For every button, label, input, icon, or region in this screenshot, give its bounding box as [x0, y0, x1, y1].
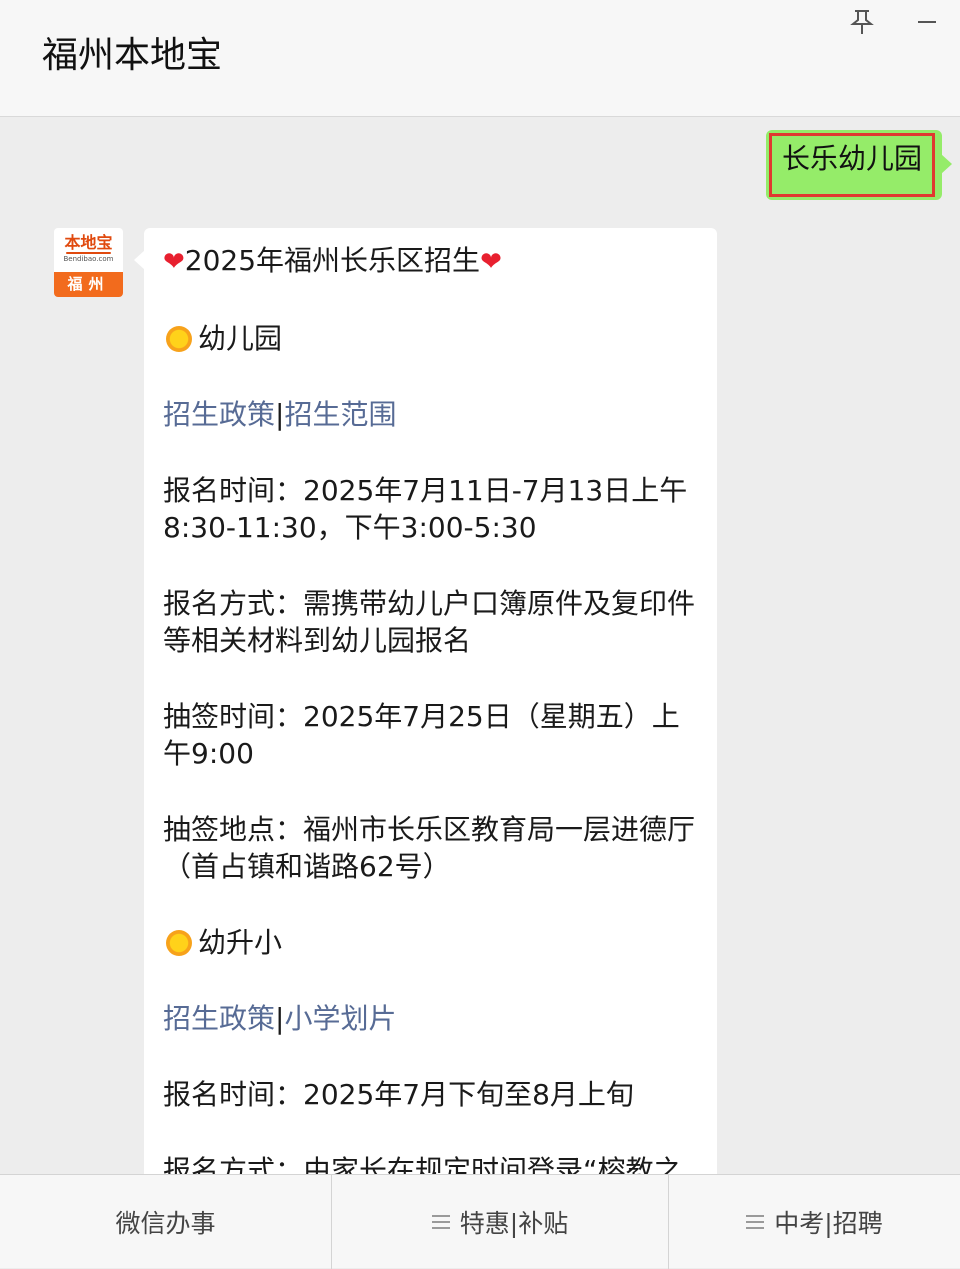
lottery-time: 抽签时间：2025年7月25日（星期五）上午9:00 — [163, 700, 680, 770]
avatar-underline — [66, 252, 111, 254]
menu-list-icon — [746, 1215, 765, 1229]
menu-item-wechat-services[interactable]: 微信办事 — [0, 1175, 331, 1269]
menu-list-icon — [431, 1215, 450, 1229]
title-text: 2025年福州长乐区招生 — [184, 244, 481, 277]
avatar-brand: 本地宝 — [64, 233, 113, 252]
sun-icon — [166, 930, 192, 956]
primary-links: 招生政策|小学划片 — [163, 1000, 703, 1037]
primary-registration-method: 报名方式：由家长在规定时间登录“榕教之 — [163, 1154, 682, 1174]
chat-title: 福州本地宝 — [42, 35, 223, 76]
kindergarten-links: 招生政策|招生范围 — [163, 396, 703, 433]
heading-text: 幼儿园 — [198, 322, 283, 355]
heart-icon: ❤ — [480, 247, 502, 277]
user-message-text: 长乐幼儿园 — [782, 142, 923, 175]
section-heading-primary: 幼升小 — [163, 924, 703, 961]
user-message-bubble[interactable]: 长乐幼儿园 — [766, 130, 952, 200]
avatar-domain: Bendibao.com — [63, 255, 114, 263]
chat-header: 福州本地宝 — [0, 0, 960, 117]
registration-method: 报名方式：需携带幼儿户口簿原件及复印件等相关材料到幼儿园报名 — [163, 587, 696, 657]
menu-item-deals-subsidies[interactable]: 特惠|补贴 — [331, 1175, 668, 1269]
menu-label: 特惠|补贴 — [459, 1209, 569, 1238]
heading-text: 幼升小 — [198, 926, 283, 959]
message-title: ❤2025年福州长乐区招生❤ — [163, 242, 703, 281]
avatar[interactable]: 本地宝 Bendibao.com 福州 — [54, 228, 123, 297]
message-body: ❤2025年福州长乐区招生❤ 幼儿园 招生政策|招生范围 报名时间：2025年7… — [163, 242, 703, 1174]
menu-label: 中考|招聘 — [774, 1209, 883, 1238]
enrollment-scope-link[interactable]: 招生范围 — [284, 398, 396, 431]
primary-registration-time: 报名时间：2025年7月下旬至8月上旬 — [163, 1078, 634, 1111]
chat-area[interactable]: 长乐幼儿园 本地宝 Bendibao.com 福州 ❤2025年福州长乐区招生❤… — [0, 118, 960, 1174]
enrollment-policy-link[interactable]: 招生政策 — [163, 1002, 275, 1035]
school-district-link[interactable]: 小学划片 — [284, 1002, 396, 1035]
pin-icon[interactable] — [842, 6, 882, 36]
heart-icon: ❤ — [163, 247, 185, 277]
enrollment-policy-link[interactable]: 招生政策 — [163, 398, 275, 431]
section-heading-kindergarten: 幼儿园 — [163, 320, 703, 357]
minimize-icon[interactable] — [906, 6, 946, 36]
registration-time: 报名时间：2025年7月11日-7月13日上午8:30-11:30，下午3:00… — [163, 474, 688, 544]
bot-message-bubble[interactable]: ❤2025年福州长乐区招生❤ 幼儿园 招生政策|招生范围 报名时间：2025年7… — [134, 228, 717, 1174]
lottery-place: 抽签地点：福州市长乐区教育局一层进德厅（首占镇和谐路62号） — [163, 813, 696, 883]
menu-item-exam-jobs[interactable]: 中考|招聘 — [668, 1175, 960, 1269]
avatar-city: 福州 — [54, 272, 123, 297]
bottom-menu-bar: 微信办事 特惠|补贴 中考|招聘 — [0, 1174, 960, 1269]
sun-icon — [166, 326, 192, 352]
menu-label: 微信办事 — [115, 1209, 216, 1238]
